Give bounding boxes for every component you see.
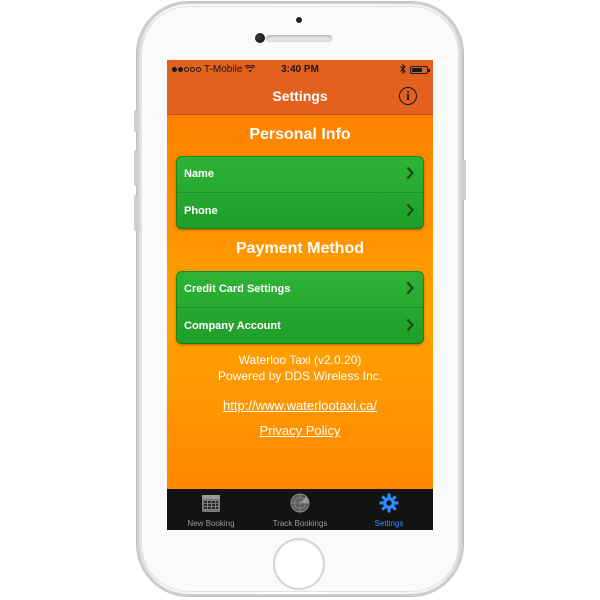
front-camera-icon	[255, 33, 265, 43]
volume-down-button	[134, 195, 137, 231]
app-screen: T-Mobile 3:40 PM Settings i Personal Inf…	[167, 60, 433, 530]
bluetooth-icon	[400, 63, 406, 76]
personal-info-group: Name Phone	[176, 156, 424, 229]
website-link[interactable]: http://www.waterlootaxi.ca/	[167, 398, 433, 413]
company-account-row[interactable]: Company Account	[176, 307, 424, 344]
personal-info-heading: Personal Info	[249, 126, 351, 143]
info-icon[interactable]: i	[399, 87, 417, 105]
tab-track-bookings-label: Track Bookings	[272, 519, 328, 528]
tab-new-booking[interactable]: New Booking	[167, 489, 255, 530]
payment-method-group: Credit Card Settings Company Account	[176, 271, 424, 344]
chevron-right-icon	[406, 281, 414, 295]
battery-level	[412, 68, 422, 72]
navigation-bar: Settings i	[167, 80, 433, 115]
name-row[interactable]: Name	[176, 156, 424, 192]
chevron-right-icon	[406, 166, 414, 180]
payment-method-heading: Payment Method	[235, 240, 364, 257]
chevron-right-icon	[406, 318, 414, 332]
gear-icon	[379, 493, 399, 513]
page-title: Settings	[272, 88, 328, 104]
mute-switch	[134, 110, 137, 132]
credit-card-settings-row[interactable]: Credit Card Settings	[176, 271, 424, 307]
tab-new-booking-label: New Booking	[187, 519, 235, 528]
tab-track-bookings[interactable]: Track Bookings	[255, 489, 345, 530]
credit-card-settings-label: Credit Card Settings	[184, 283, 291, 295]
powered-by-text: Powered by DDS Wireless Inc.	[217, 369, 383, 383]
status-bar: T-Mobile 3:40 PM	[167, 60, 433, 80]
company-account-label: Company Account	[184, 320, 281, 332]
calendar-icon	[202, 495, 220, 512]
earpiece-speaker	[266, 35, 332, 42]
chevron-right-icon	[406, 203, 414, 217]
home-button[interactable]	[273, 538, 325, 590]
clock: 3:40 PM	[281, 64, 319, 75]
status-right	[400, 63, 430, 76]
tab-settings[interactable]: Settings	[345, 489, 433, 530]
volume-up-button	[134, 150, 137, 186]
phone-row[interactable]: Phone	[176, 192, 424, 229]
sensor-icon	[296, 17, 302, 23]
battery-icon	[410, 66, 430, 74]
app-version-text: Waterloo Taxi (v2.0.20)	[238, 353, 362, 367]
radar-icon	[290, 493, 310, 513]
privacy-policy-link[interactable]: Privacy Policy	[167, 423, 433, 438]
power-button	[463, 160, 466, 200]
tab-bar: New Booking Track Bookings Settings	[167, 489, 433, 530]
phone-label: Phone	[184, 205, 218, 217]
name-label: Name	[184, 168, 214, 180]
tab-settings-label: Settings	[374, 519, 404, 528]
